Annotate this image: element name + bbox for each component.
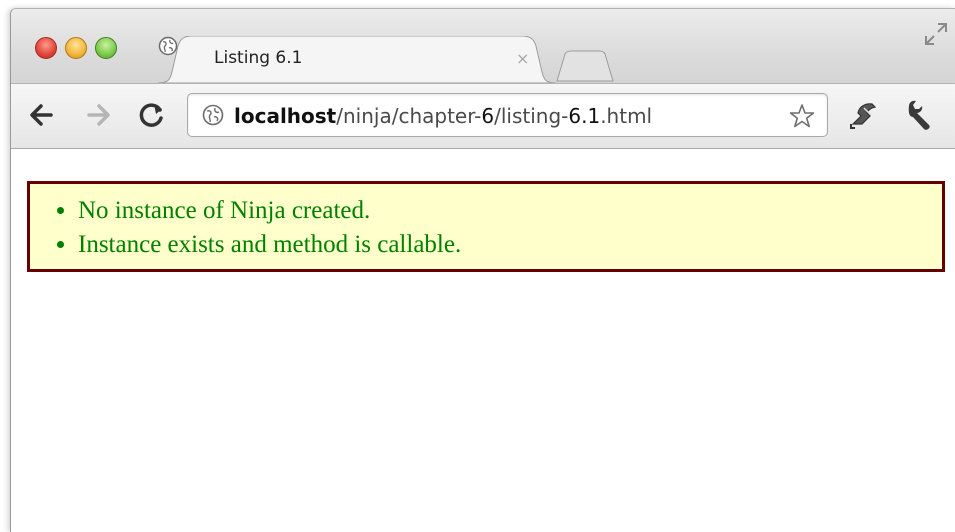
minimize-window-button[interactable] bbox=[65, 37, 87, 59]
back-arrow-icon[interactable] bbox=[25, 98, 59, 132]
wrench-icon[interactable] bbox=[903, 98, 937, 132]
globe-icon bbox=[158, 36, 178, 56]
address-bar[interactable]: localhost/ninja/chapter-6/listing-6.1.ht… bbox=[187, 93, 828, 137]
list-item: No instance of Ninja created. bbox=[78, 194, 942, 228]
star-icon[interactable] bbox=[788, 102, 816, 130]
zoom-window-button[interactable] bbox=[95, 37, 117, 59]
page-content: No instance of Ninja created. Instance e… bbox=[11, 149, 955, 532]
forward-arrow-icon[interactable] bbox=[81, 98, 115, 132]
title-bar: Listing 6.1 × bbox=[11, 9, 955, 89]
tab-listing[interactable]: Listing 6.1 × bbox=[158, 36, 556, 83]
url-host: localhost bbox=[234, 104, 337, 128]
results-list: No instance of Ninja created. Instance e… bbox=[27, 181, 945, 272]
site-info-globe-icon[interactable] bbox=[202, 104, 224, 126]
list-item: Instance exists and method is callable. bbox=[78, 228, 942, 262]
reload-icon[interactable] bbox=[135, 98, 169, 132]
url-path-mid: /listing- bbox=[494, 104, 569, 128]
close-window-button[interactable] bbox=[35, 37, 57, 59]
tab-close-icon[interactable]: × bbox=[516, 49, 529, 68]
expand-icon[interactable] bbox=[923, 21, 949, 47]
url-file-number: 6.1 bbox=[568, 104, 601, 128]
tab-title: Listing 6.1 bbox=[214, 48, 303, 68]
url-chapter: 6 bbox=[481, 104, 495, 128]
url-path-prefix: /ninja/chapter- bbox=[336, 104, 482, 128]
new-tab-button[interactable] bbox=[555, 50, 615, 82]
url-text: localhost/ninja/chapter-6/listing-6.1.ht… bbox=[234, 104, 652, 128]
url-path-suffix: .html bbox=[600, 104, 653, 128]
extension-icon[interactable] bbox=[847, 98, 881, 132]
browser-window: Listing 6.1 × localhost/ninja/chapter-6/… bbox=[10, 8, 955, 532]
navigation-toolbar: localhost/ninja/chapter-6/listing-6.1.ht… bbox=[11, 83, 955, 149]
